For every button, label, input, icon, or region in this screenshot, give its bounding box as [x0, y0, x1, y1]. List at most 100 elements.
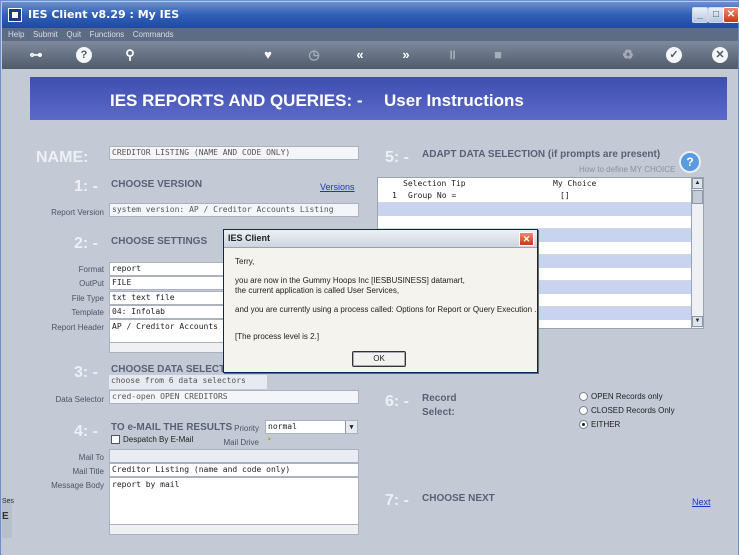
section-2-heading: CHOOSE SETTINGS: [111, 236, 208, 247]
pause-icon[interactable]: ॥: [444, 47, 460, 63]
output-field[interactable]: FILE: [109, 276, 227, 290]
section-1-number: 1: -: [74, 178, 98, 195]
section-6-number: 6: -: [385, 393, 409, 410]
row-choice[interactable]: []: [560, 190, 570, 202]
maximize-button[interactable]: □: [708, 7, 724, 23]
key-icon[interactable]: ⊶: [24, 47, 48, 63]
menu-commands[interactable]: Commands: [133, 28, 174, 41]
format-label: Format: [78, 265, 104, 274]
minimize-button[interactable]: _: [692, 7, 708, 23]
table-row[interactable]: 1 Group No = []: [378, 190, 692, 203]
menu-functions[interactable]: Functions: [90, 28, 125, 41]
section-7-heading: CHOOSE NEXT: [422, 493, 495, 504]
help-circle-icon[interactable]: ?: [679, 151, 701, 173]
radio-either-label: EITHER: [591, 420, 621, 429]
radio-open-records[interactable]: [579, 392, 588, 401]
col-my-choice: My Choice: [553, 179, 597, 188]
close-icon[interactable]: ✕: [712, 47, 728, 63]
title-bar: IES Client v8.29 : My IES _ □ ✕: [2, 2, 739, 28]
despatch-checkbox[interactable]: [111, 435, 120, 444]
help-link[interactable]: How to define MY CHOICE: [579, 165, 675, 174]
dialog-title-bar: IES Client ✕: [224, 230, 537, 248]
file-type-label: File Type: [71, 294, 104, 303]
menu-help[interactable]: Help: [8, 28, 24, 41]
format-field[interactable]: report: [109, 262, 227, 276]
message-body-label: Message Body: [51, 481, 104, 490]
radio-closed-records[interactable]: [579, 406, 588, 415]
radio-open-label: OPEN Records only: [591, 392, 663, 401]
section-6-heading-2: Select:: [422, 407, 455, 418]
scroll-thumb[interactable]: [692, 190, 703, 204]
message-body-value: report by mail: [112, 480, 180, 489]
col-selection-tip: Selection Tip: [403, 179, 466, 188]
ok-button[interactable]: OK: [352, 351, 406, 367]
section-5-number: 5: -: [385, 149, 409, 166]
message-body-scrollbar[interactable]: [109, 524, 359, 535]
section-5-heading: ADAPT DATA SELECTION (if prompts are pre…: [422, 149, 661, 160]
report-header-scrollbar[interactable]: [109, 342, 227, 353]
app-icon: [8, 8, 22, 22]
mail-drive-field[interactable]: *: [265, 435, 358, 449]
app-window: IES Client v8.29 : My IES _ □ ✕ Help Sub…: [0, 0, 739, 555]
stop-icon[interactable]: ■: [490, 47, 506, 63]
left-stub: Ses E: [2, 498, 15, 538]
info-dialog: IES Client ✕ Terry, you are now in the G…: [223, 229, 538, 373]
scroll-down-icon[interactable]: ▼: [692, 316, 703, 327]
mail-title-label: Mail Title: [72, 467, 104, 476]
dialog-greeting: Terry,: [235, 257, 255, 266]
menu-submit[interactable]: Submit: [33, 28, 58, 41]
mail-title-field[interactable]: Creditor Listing (name and code only): [109, 463, 359, 477]
next-link[interactable]: Next: [692, 497, 711, 507]
output-label: OutPut: [79, 279, 104, 288]
mail-to-label: Mail To: [78, 453, 104, 462]
section-6-heading-1: Record: [422, 393, 457, 404]
dialog-title: IES Client: [228, 233, 271, 243]
left-stub-text: Ses: [2, 498, 15, 505]
section-3-number: 3: -: [74, 364, 98, 381]
page-title: IES REPORTS AND QUERIES: -: [110, 91, 363, 110]
dialog-close-icon[interactable]: ✕: [519, 232, 534, 246]
table-row[interactable]: [378, 216, 692, 229]
window-title: IES Client v8.29 : My IES: [28, 8, 180, 21]
recycle-icon[interactable]: ♻: [620, 47, 636, 63]
report-header-label: Report Header: [51, 323, 104, 332]
mail-drive-label: Mail Drive: [223, 438, 259, 447]
rewind-icon[interactable]: «: [352, 47, 368, 63]
heart-icon[interactable]: ♥: [260, 47, 276, 63]
close-window-button[interactable]: ✕: [723, 7, 739, 23]
template-field[interactable]: 04: Infolab: [109, 305, 227, 319]
priority-label: Priority: [234, 424, 259, 433]
table-row[interactable]: [378, 203, 692, 216]
chevron-down-icon[interactable]: ▼: [345, 421, 357, 433]
menu-quit[interactable]: Quit: [66, 28, 81, 41]
name-label: NAME:: [36, 149, 89, 166]
dialog-line-4: [The process level is 2.]: [235, 332, 320, 341]
versions-link[interactable]: Versions: [320, 182, 355, 192]
data-selector-info: choose from 6 data selectors: [109, 375, 267, 389]
help-icon[interactable]: ?: [76, 47, 92, 63]
file-type-field[interactable]: txt text file: [109, 291, 227, 305]
clock-icon[interactable]: ◷: [306, 47, 322, 63]
section-2-number: 2: -: [74, 235, 98, 252]
section-1-heading: CHOOSE VERSION: [111, 179, 203, 190]
radio-either[interactable]: [579, 420, 588, 429]
report-header-value: AP / Creditor Accounts: [112, 322, 218, 331]
dialog-line-2: the current application is called User S…: [235, 286, 400, 295]
priority-select[interactable]: normal ▼: [265, 420, 358, 434]
name-field[interactable]: CREDITOR LISTING (NAME AND CODE ONLY): [109, 146, 359, 160]
row-tip: Group No =: [408, 191, 457, 200]
data-selector-field[interactable]: cred-open OPEN CREDITORS: [109, 390, 359, 404]
report-version-label: Report Version: [51, 208, 104, 217]
menu-bar: Help Submit Quit Functions Commands: [2, 28, 738, 41]
radio-closed-label: CLOSED Records Only: [591, 406, 675, 415]
search-icon[interactable]: ⚲: [122, 47, 138, 63]
scroll-up-icon[interactable]: ▲: [692, 178, 703, 189]
page-banner: IES REPORTS AND QUERIES: - User Instruct…: [30, 77, 727, 120]
fast-forward-icon[interactable]: »: [398, 47, 414, 63]
check-icon[interactable]: ✓: [666, 47, 682, 63]
mail-to-field[interactable]: [109, 449, 359, 463]
grid-scrollbar[interactable]: ▲ ▼: [691, 178, 703, 328]
page-subtitle: User Instructions: [384, 91, 524, 110]
data-selector-label: Data Selector: [55, 395, 104, 404]
report-version-field[interactable]: system version: AP / Creditor Accounts L…: [109, 203, 359, 217]
